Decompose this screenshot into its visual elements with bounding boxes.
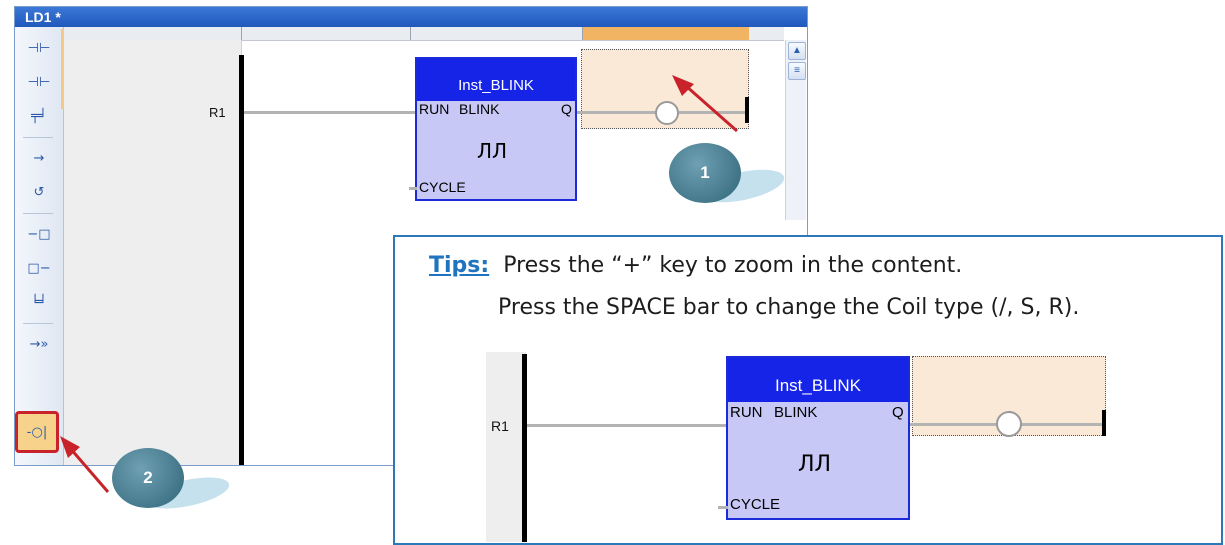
zoom-coil-icon[interactable] (996, 411, 1022, 437)
tips-label: Tips: (429, 253, 490, 278)
zoom-fb-output-q: Q (892, 404, 904, 421)
zoom-fb-instance-name: Inst_BLINK (728, 358, 908, 402)
arrow-head-icon (672, 75, 694, 96)
zoom-left-power-rail (522, 354, 527, 542)
arrow-to-coil (685, 84, 738, 133)
zoom-right-power-rail (1102, 410, 1106, 436)
zoom-label-column (486, 352, 526, 542)
step-2-badge: 2 (112, 448, 184, 508)
zoom-function-block[interactable]: Inst_BLINK RUN BLINK Q ЛЛ CYCLE (726, 356, 910, 520)
zoom-rung-line (527, 424, 727, 427)
tips-text-1: Press the “+” key to zoom in the content… (503, 253, 963, 278)
zoom-fb-type: BLINK (774, 404, 818, 421)
tips-line-1: Tips: Press the “+” key to zoom in the c… (429, 253, 962, 278)
zoom-fb-input-run: RUN (730, 404, 763, 421)
zoom-fb-input-cycle: CYCLE (730, 496, 781, 513)
zoom-rung-label: R1 (491, 418, 509, 434)
zoom-cycle-input-stub (718, 506, 728, 509)
tips-text-2: Press the SPACE bar to change the Coil t… (498, 295, 1080, 320)
step-1-badge: 1 (669, 143, 741, 203)
zoom-pulse-icon: ЛЛ (798, 452, 832, 477)
arrow-to-coil-button (68, 447, 110, 493)
